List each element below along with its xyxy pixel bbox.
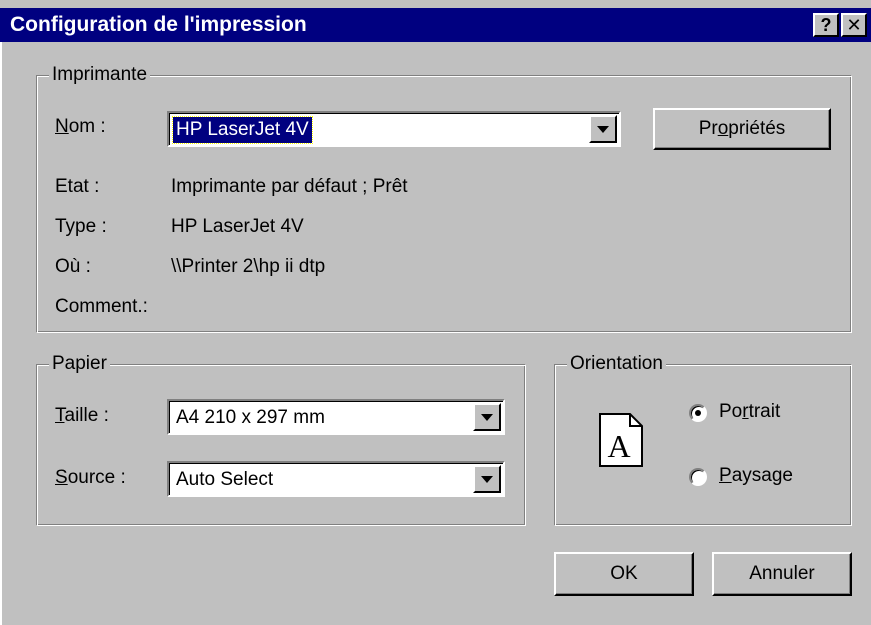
window-title: Configuration de l'impression [10,13,307,36]
properties-button-label: Propriétés [698,118,786,139]
printer-name-dropdown[interactable]: HP LaserJet 4V [167,111,621,147]
paper-size-dropdown[interactable]: A4 210 x 297 mm [167,399,505,435]
orientation-group: Orientation A Portrait Paysage [554,353,852,526]
help-icon: ? [820,15,832,35]
paper-source-label: Source : [55,467,126,488]
cancel-button[interactable]: Annuler [712,552,852,596]
cancel-button-label: Annuler [749,563,815,584]
chevron-down-icon[interactable] [473,403,501,431]
location-value: \\Printer 2\hp ii dtp [171,256,326,277]
paper-source-dropdown[interactable]: Auto Select [167,461,505,497]
landscape-radio[interactable] [689,468,707,486]
properties-button[interactable]: Propriétés [653,108,831,150]
portrait-page-icon: A [599,413,643,467]
paper-size-label: Taille : [55,405,109,426]
ok-button-label: OK [610,563,638,584]
orientation-group-label: Orientation [567,353,666,375]
close-button[interactable]: ✕ [841,13,867,37]
portrait-radio[interactable] [689,404,707,422]
print-setup-dialog: Configuration de l'impression ? ✕ Imprim… [0,0,871,625]
dialog-body: Imprimante Nom : HP LaserJet 4V Propriét… [0,42,871,625]
printer-group-label: Imprimante [49,64,151,86]
chevron-down-icon[interactable] [473,465,501,493]
location-label: Où : [55,256,91,277]
paper-size-value: A4 210 x 297 mm [176,407,325,428]
ok-button[interactable]: OK [554,552,694,596]
close-icon: ✕ [846,15,862,35]
chevron-down-icon[interactable] [589,115,617,143]
type-value: HP LaserJet 4V [171,216,304,237]
title-bar[interactable]: Configuration de l'impression ? ✕ [0,8,871,42]
landscape-label[interactable]: Paysage [719,465,793,487]
paper-source-value: Auto Select [176,469,274,490]
printer-group: Imprimante Nom : HP LaserJet 4V Propriét… [36,64,852,333]
portrait-label[interactable]: Portrait [719,401,780,423]
type-label: Type : [55,216,107,237]
printer-name-value: HP LaserJet 4V [172,116,313,144]
comment-label: Comment.: [55,296,148,317]
printer-name-label: Nom : [55,116,106,137]
state-label: Etat : [55,176,100,197]
paper-group: Papier Taille : A4 210 x 297 mm Source :… [36,353,526,526]
paper-group-label: Papier [49,353,110,375]
help-button[interactable]: ? [813,13,839,37]
state-value: Imprimante par défaut ; Prêt [171,176,408,197]
page-icon-letter: A [607,428,630,464]
